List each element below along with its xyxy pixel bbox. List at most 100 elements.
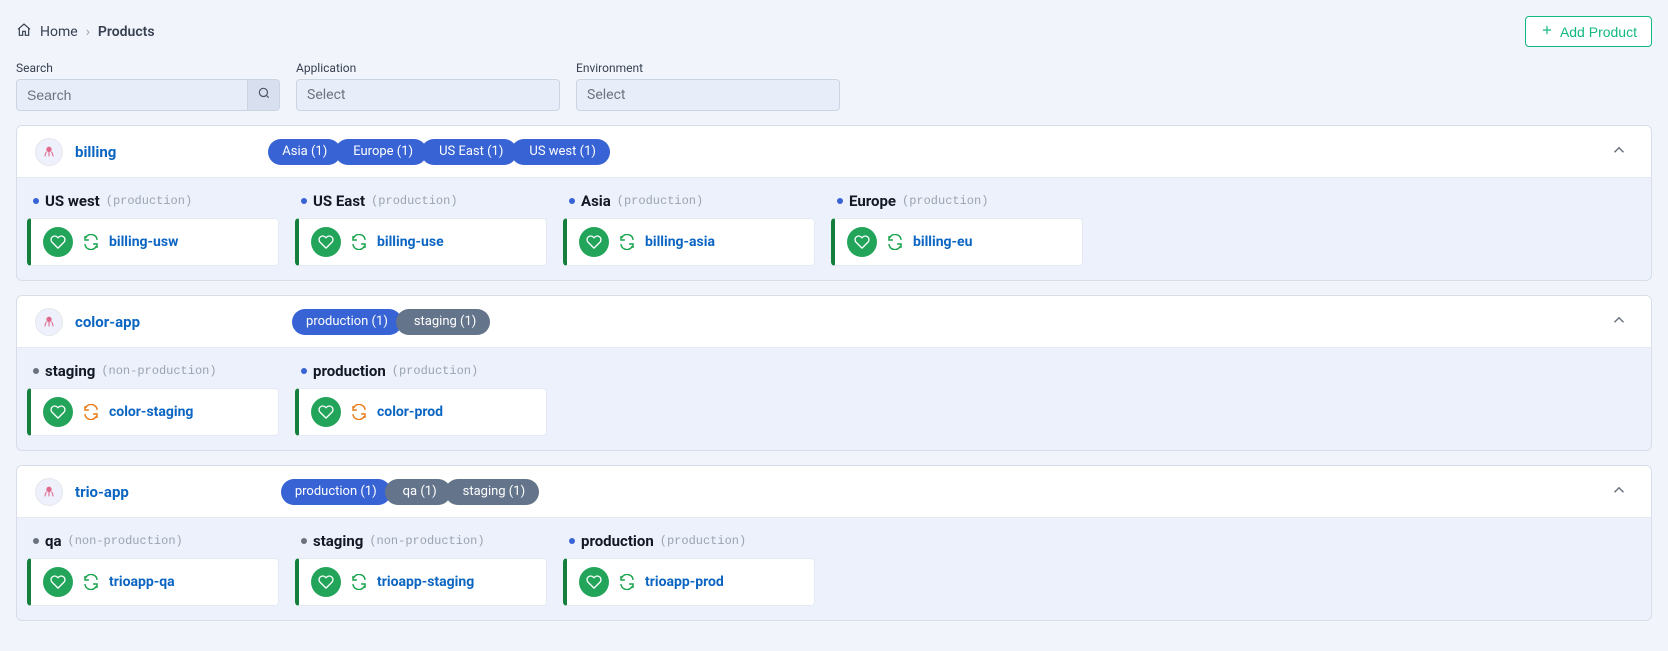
environment-label: Environment <box>576 61 840 75</box>
sync-icon <box>351 404 367 420</box>
env-chips: Asia (1)Europe (1)US East (1)US west (1) <box>268 139 610 165</box>
env-chip[interactable]: qa (1) <box>385 479 451 505</box>
env-name: production <box>313 362 386 380</box>
sync-icon <box>83 404 99 420</box>
app-link[interactable]: billing-use <box>377 234 444 250</box>
env-dot-icon <box>569 198 575 204</box>
sync-icon <box>351 574 367 590</box>
env-type: (production) <box>660 534 746 548</box>
env-dot-icon <box>569 538 575 544</box>
add-product-label: Add Product <box>1560 24 1637 40</box>
environment-column: production (production) trioapp-prod <box>563 532 815 606</box>
product-icon <box>35 138 63 166</box>
env-chips: production (1)qa (1)staging (1) <box>281 479 539 505</box>
chevron-up-icon <box>1610 481 1628 503</box>
heart-icon <box>43 397 73 427</box>
heart-icon <box>311 227 341 257</box>
env-name: Asia <box>581 192 611 210</box>
environment-select[interactable]: Select <box>576 79 840 111</box>
app-link[interactable]: color-prod <box>377 404 443 420</box>
env-chip[interactable]: US west (1) <box>511 139 610 165</box>
env-chip[interactable]: production (1) <box>281 479 391 505</box>
chevron-up-icon <box>1610 141 1628 163</box>
application-select-placeholder: Select <box>307 87 345 103</box>
search-box <box>16 79 280 111</box>
environment-select-placeholder: Select <box>587 87 625 103</box>
app-card[interactable]: billing-asia <box>563 218 815 266</box>
environment-column: staging (non-production) color-staging <box>27 362 279 436</box>
env-dot-icon <box>33 198 39 204</box>
heart-icon <box>43 227 73 257</box>
heart-icon <box>847 227 877 257</box>
env-dot-icon <box>301 198 307 204</box>
app-link[interactable]: color-staging <box>109 404 193 420</box>
environment-column: US west (production) billing-usw <box>27 192 279 266</box>
app-link[interactable]: billing-eu <box>913 234 972 250</box>
sync-icon <box>619 234 635 250</box>
app-card[interactable]: color-prod <box>295 388 547 436</box>
product-group: billing Asia (1)Europe (1)US East (1)US … <box>16 125 1652 281</box>
application-label: Application <box>296 61 560 75</box>
env-type: (non-production) <box>68 534 183 548</box>
env-chip[interactable]: staging (1) <box>396 309 490 335</box>
collapse-toggle[interactable] <box>1605 308 1633 336</box>
env-dot-icon <box>33 368 39 374</box>
env-type: (non-production) <box>101 364 216 378</box>
env-dot-icon <box>301 368 307 374</box>
product-title[interactable]: color-app <box>75 313 140 331</box>
env-type: (production) <box>392 364 478 378</box>
app-card[interactable]: trioapp-prod <box>563 558 815 606</box>
breadcrumb-home[interactable]: Home <box>40 24 78 40</box>
breadcrumb: Home › Products <box>16 22 155 42</box>
app-link[interactable]: trioapp-staging <box>377 574 474 590</box>
app-link[interactable]: billing-usw <box>109 234 178 250</box>
heart-icon <box>43 567 73 597</box>
search-button[interactable] <box>247 80 279 110</box>
env-type: (production) <box>106 194 192 208</box>
env-chip[interactable]: Europe (1) <box>335 139 427 165</box>
env-chip[interactable]: US East (1) <box>421 139 517 165</box>
heart-icon <box>579 567 609 597</box>
app-link[interactable]: trioapp-qa <box>109 574 175 590</box>
env-chip[interactable]: Asia (1) <box>268 139 341 165</box>
heart-icon <box>311 567 341 597</box>
env-dot-icon <box>33 538 39 544</box>
sync-icon <box>887 234 903 250</box>
collapse-toggle[interactable] <box>1605 138 1633 166</box>
env-name: qa <box>45 532 62 550</box>
app-link[interactable]: trioapp-prod <box>645 574 724 590</box>
heart-icon <box>311 397 341 427</box>
app-card[interactable]: color-staging <box>27 388 279 436</box>
env-name: production <box>581 532 654 550</box>
collapse-toggle[interactable] <box>1605 478 1633 506</box>
app-link[interactable]: billing-asia <box>645 234 715 250</box>
app-card[interactable]: billing-eu <box>831 218 1083 266</box>
environment-column: US East (production) billing-use <box>295 192 547 266</box>
product-title[interactable]: billing <box>75 143 116 161</box>
app-card[interactable]: trioapp-staging <box>295 558 547 606</box>
app-card[interactable]: billing-usw <box>27 218 279 266</box>
app-card[interactable]: trioapp-qa <box>27 558 279 606</box>
add-product-button[interactable]: Add Product <box>1525 16 1652 47</box>
env-name: Europe <box>849 192 896 210</box>
product-group: trio-app production (1)qa (1)staging (1)… <box>16 465 1652 621</box>
env-name: US East <box>313 192 365 210</box>
env-chip[interactable]: staging (1) <box>445 479 539 505</box>
search-label: Search <box>16 61 280 75</box>
heart-icon <box>579 227 609 257</box>
product-group: color-app production (1)staging (1) stag… <box>16 295 1652 451</box>
app-card[interactable]: billing-use <box>295 218 547 266</box>
env-type: (production) <box>371 194 457 208</box>
sync-icon <box>83 234 99 250</box>
env-type: (production) <box>617 194 703 208</box>
plus-icon <box>1540 23 1554 40</box>
search-input[interactable] <box>17 80 247 110</box>
product-title[interactable]: trio-app <box>75 483 129 501</box>
env-dot-icon <box>837 198 843 204</box>
env-chip[interactable]: production (1) <box>292 309 402 335</box>
chevron-up-icon <box>1610 311 1628 333</box>
environment-column: Asia (production) billing-asia <box>563 192 815 266</box>
home-icon <box>16 22 32 42</box>
breadcrumb-separator: › <box>86 24 90 40</box>
application-select[interactable]: Select <box>296 79 560 111</box>
